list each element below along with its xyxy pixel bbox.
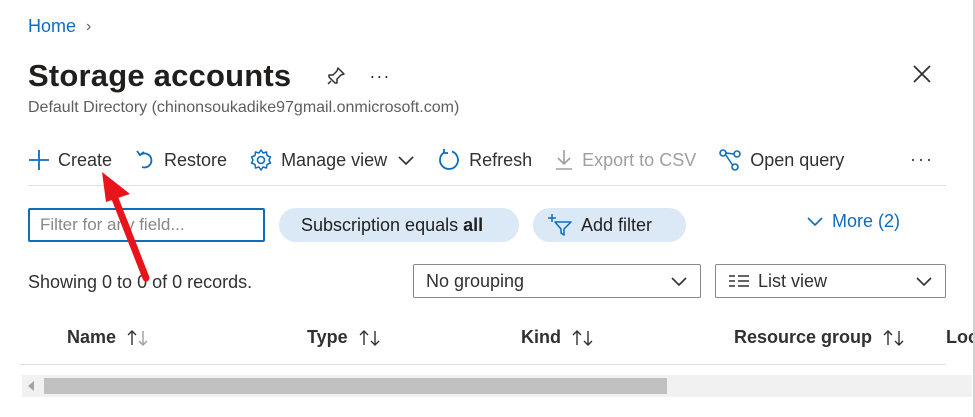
sort-icon bbox=[127, 329, 148, 346]
open-query-button-label: Open query bbox=[750, 149, 845, 170]
add-filter-icon bbox=[548, 214, 572, 236]
breadcrumb: Home › bbox=[28, 16, 91, 37]
grouping-selected: No grouping bbox=[426, 270, 525, 291]
view-selected: List view bbox=[758, 270, 828, 291]
list-icon bbox=[729, 275, 749, 287]
title-row: Storage accounts ··· bbox=[28, 58, 390, 94]
manage-view-button-label: Manage view bbox=[281, 149, 388, 170]
scroll-left-icon[interactable] bbox=[28, 381, 34, 391]
blade: Home › Storage accounts ··· Default Dire… bbox=[0, 0, 975, 417]
download-icon bbox=[556, 150, 573, 170]
column-header-kind[interactable]: Kind bbox=[521, 327, 595, 348]
chevron-down-icon bbox=[916, 277, 932, 287]
table-header-divider bbox=[20, 364, 946, 365]
page-title: Storage accounts bbox=[28, 58, 292, 93]
restore-button-label: Restore bbox=[164, 149, 228, 170]
query-icon bbox=[719, 149, 742, 171]
chevron-down-icon bbox=[398, 156, 414, 166]
page-subtitle: Default Directory (chinonsoukadike97gmai… bbox=[28, 99, 460, 116]
toolbar-more-icon[interactable]: ··· bbox=[910, 149, 934, 170]
gear-icon bbox=[250, 149, 272, 171]
annotation-arrow-icon bbox=[102, 172, 150, 282]
column-header-label: Name bbox=[67, 327, 117, 347]
subscription-filter-label: Subscription equals bbox=[301, 214, 459, 235]
sort-icon bbox=[883, 329, 904, 346]
column-header-label: Kind bbox=[521, 327, 561, 347]
pin-icon[interactable] bbox=[325, 65, 347, 87]
export-csv-button-label: Export to CSV bbox=[582, 149, 697, 170]
column-header-label: Resource group bbox=[734, 327, 873, 347]
export-csv-button[interactable]: Export to CSV bbox=[554, 149, 696, 171]
column-header-label: Type bbox=[307, 327, 348, 347]
sort-icon bbox=[572, 329, 593, 346]
chevron-down-icon bbox=[807, 216, 823, 226]
refresh-icon bbox=[439, 149, 459, 170]
column-header-type[interactable]: Type bbox=[307, 327, 382, 348]
sort-icon bbox=[359, 329, 380, 346]
more-filters-link[interactable]: More (2) bbox=[806, 211, 900, 232]
add-filter-button[interactable]: Add filter bbox=[533, 208, 686, 242]
plus-icon bbox=[29, 150, 49, 170]
chevron-down-icon bbox=[671, 277, 687, 287]
subscription-filter-pill[interactable]: Subscription equals all bbox=[279, 208, 519, 242]
add-filter-label: Add filter bbox=[581, 214, 653, 235]
subscription-filter-value: all bbox=[463, 214, 484, 235]
breadcrumb-home-link[interactable]: Home bbox=[28, 16, 76, 37]
refresh-button[interactable]: Refresh bbox=[437, 148, 532, 172]
manage-view-button[interactable]: Manage view bbox=[249, 148, 415, 172]
column-header-location[interactable]: Loc bbox=[946, 327, 973, 348]
open-query-button[interactable]: Open query bbox=[718, 148, 844, 172]
grouping-dropdown[interactable]: No grouping bbox=[413, 264, 701, 298]
column-header-resource-group[interactable]: Resource group bbox=[734, 327, 906, 348]
refresh-button-label: Refresh bbox=[469, 149, 533, 170]
column-header-name[interactable]: Name bbox=[67, 327, 150, 348]
breadcrumb-separator: › bbox=[86, 17, 92, 35]
more-filters-label: More (2) bbox=[832, 211, 901, 231]
view-dropdown[interactable]: List view bbox=[715, 264, 946, 298]
horizontal-scrollbar[interactable] bbox=[22, 375, 972, 397]
title-more-icon[interactable]: ··· bbox=[369, 66, 390, 87]
column-header-label: Loc bbox=[946, 327, 973, 347]
scrollbar-thumb[interactable] bbox=[44, 378, 667, 394]
close-icon[interactable] bbox=[910, 62, 934, 86]
